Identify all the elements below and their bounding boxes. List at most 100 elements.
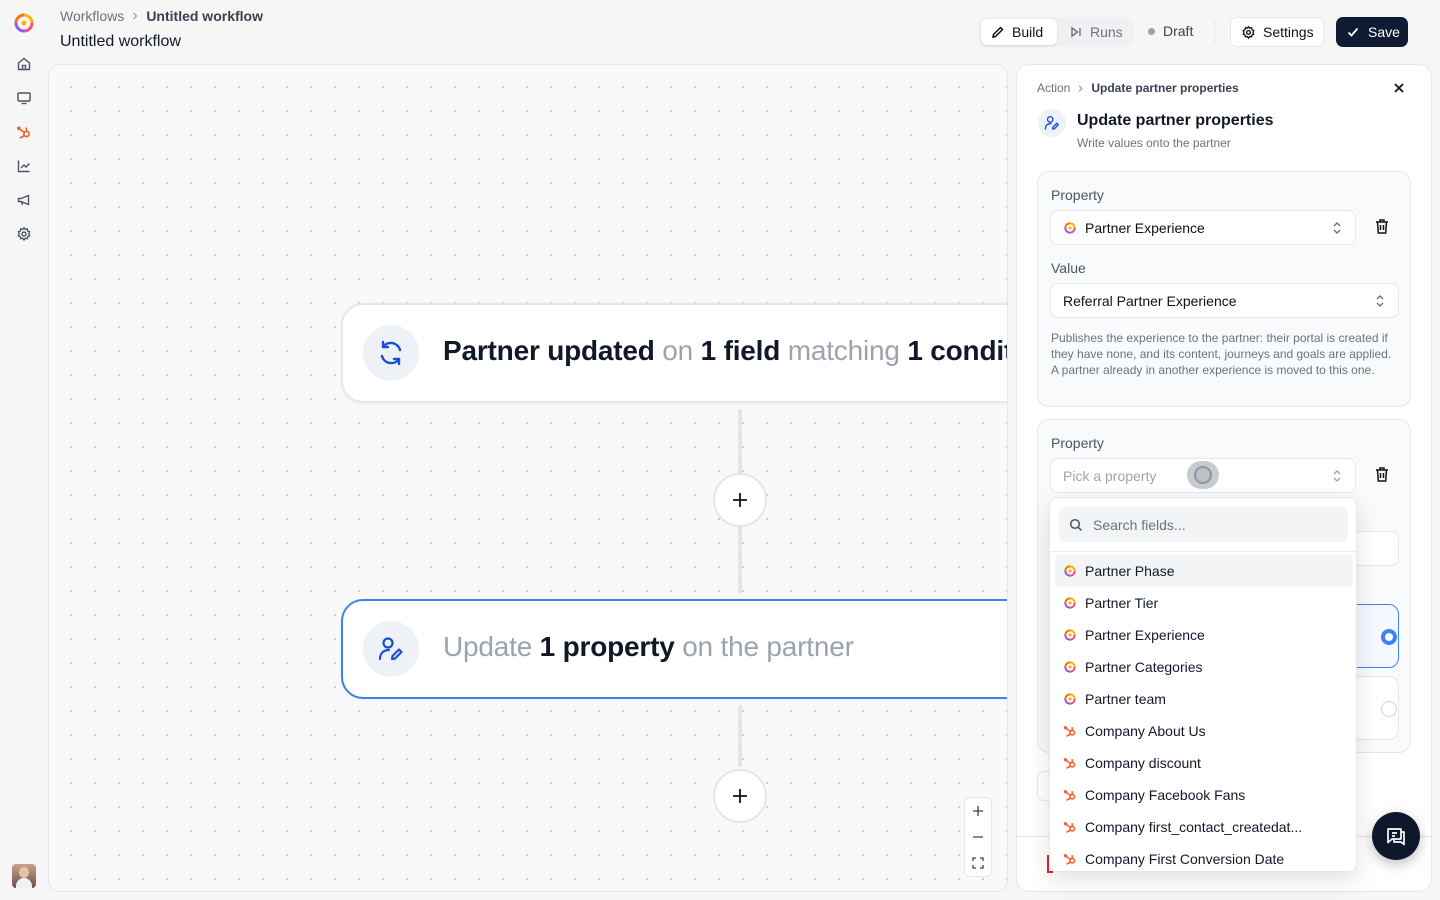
save-button[interactable]: Save (1336, 17, 1408, 47)
panel-breadcrumb-current: Update partner properties (1091, 81, 1239, 95)
action-property-count: 1 property (539, 631, 675, 662)
tab-build[interactable]: Build (981, 19, 1057, 45)
field-option-label: Partner team (1085, 691, 1166, 707)
partner-logo-icon (1063, 660, 1077, 674)
close-icon[interactable] (1392, 81, 1406, 95)
pencil-icon (991, 25, 1005, 39)
chevron-up-down-icon (1331, 469, 1343, 483)
chart-icon[interactable] (16, 158, 32, 174)
megaphone-icon[interactable] (16, 192, 32, 208)
hubspot-icon (1063, 820, 1077, 834)
search-input[interactable] (1093, 516, 1333, 533)
hubspot-icon (1063, 852, 1077, 866)
field-option[interactable]: Partner Categories (1055, 651, 1353, 683)
field-option[interactable]: Company discount (1055, 747, 1353, 779)
search-icon (1069, 518, 1083, 532)
user-edit-icon (363, 621, 419, 677)
tab-runs-label: Runs (1090, 24, 1123, 40)
radio-unselected[interactable] (1381, 701, 1397, 717)
value-label: Value (1051, 260, 1086, 276)
plus-icon (733, 789, 747, 803)
monitor-icon[interactable] (16, 90, 32, 106)
field-option[interactable]: Partner Phase (1055, 555, 1353, 587)
chat-icon (1387, 828, 1405, 846)
save-label: Save (1368, 24, 1400, 40)
panel-breadcrumb-parent[interactable]: Action (1037, 81, 1070, 95)
status-label: Draft (1163, 23, 1194, 39)
hubspot-icon (1063, 756, 1077, 770)
help-text: Publishes the experience to the partner:… (1051, 331, 1392, 377)
tab-build-label: Build (1012, 24, 1044, 40)
field-option-label: Company About Us (1085, 723, 1206, 739)
breadcrumb-workflows-link[interactable]: Workflows (60, 8, 124, 24)
hubspot-icon[interactable] (16, 124, 32, 140)
property-label: Property (1051, 187, 1104, 203)
field-option[interactable]: Partner Experience (1055, 619, 1353, 651)
action-node[interactable]: Update 1 property on the partner (341, 599, 1007, 699)
field-option-label: Company first_contact_createdat... (1085, 819, 1303, 835)
field-option-label: Company First Conversion Date (1085, 851, 1285, 867)
gear-icon[interactable] (16, 226, 32, 242)
panel-subtitle: Write values onto the partner (1077, 136, 1231, 150)
trigger-field-count: 1 field (700, 335, 781, 366)
trash-icon[interactable] (1374, 466, 1390, 483)
field-option[interactable]: Company First Conversion Date (1055, 843, 1353, 871)
trash-icon[interactable] (1374, 218, 1390, 235)
settings-label: Settings (1263, 24, 1314, 40)
action-verb: Update (443, 631, 540, 662)
partner-logo-icon (1063, 628, 1077, 642)
breadcrumb: Workflows Untitled workflow (60, 8, 263, 24)
app-logo-icon[interactable] (12, 11, 36, 35)
trigger-node[interactable]: Partner updated on 1 field matching 1 co… (341, 303, 1007, 403)
field-option-label: Company Facebook Fans (1085, 787, 1246, 803)
hubspot-icon (1063, 724, 1077, 738)
tab-runs[interactable]: Runs (1059, 19, 1133, 45)
property-select-value: Partner Experience (1085, 219, 1205, 236)
check-icon (1346, 25, 1360, 39)
add-step-button[interactable] (713, 473, 767, 527)
fit-view-icon[interactable] (965, 850, 991, 876)
property-select[interactable]: Partner Experience (1050, 210, 1356, 245)
property-select-placeholder: Pick a property (1063, 467, 1157, 484)
action-summary: Update 1 property on the partner (443, 631, 854, 663)
property-dropdown: Partner Phase Partner Tier Partner Experie… (1049, 497, 1357, 872)
zoom-in-icon[interactable] (965, 798, 991, 824)
field-list: Partner Phase Partner Tier Partner Experie… (1055, 555, 1353, 871)
field-option-label: Partner Tier (1085, 595, 1159, 611)
panel-breadcrumb: Action Update partner properties (1037, 81, 1239, 95)
zoom-out-icon[interactable] (965, 824, 991, 850)
cursor-indicator (1187, 461, 1219, 489)
field-option[interactable]: Partner team (1055, 683, 1353, 715)
value-select[interactable]: Referral Partner Experience (1050, 283, 1399, 318)
trigger-connector-text: on (654, 335, 701, 366)
edge-line (738, 409, 742, 473)
field-option[interactable]: Company Facebook Fans (1055, 779, 1353, 811)
left-nav-rail (0, 0, 48, 900)
mode-switch: Build Runs (979, 17, 1133, 47)
add-step-button[interactable] (713, 769, 767, 823)
partner-logo-icon (1063, 564, 1077, 578)
field-option-label: Partner Phase (1085, 563, 1175, 579)
field-option[interactable]: Company About Us (1055, 715, 1353, 747)
user-edit-icon (1038, 109, 1066, 137)
workflow-canvas[interactable]: Partner updated on 1 field matching 1 co… (48, 64, 1008, 892)
panel-title: Update partner properties (1077, 112, 1274, 129)
field-option[interactable]: Partner Tier (1055, 587, 1353, 619)
field-option[interactable]: Company first_contact_createdat... (1055, 811, 1353, 843)
settings-button[interactable]: Settings (1230, 17, 1324, 47)
chat-button[interactable] (1372, 812, 1420, 860)
divider (1214, 20, 1215, 44)
trigger-condition-count: 1 condition (907, 335, 1007, 366)
field-option-label: Partner Experience (1085, 627, 1205, 643)
field-search[interactable] (1059, 507, 1348, 542)
action-target: on the partner (674, 631, 854, 662)
play-step-icon (1069, 25, 1083, 39)
page-title[interactable]: Untitled workflow (60, 33, 181, 51)
home-icon[interactable] (16, 56, 32, 72)
field-option-label: Partner Categories (1085, 659, 1203, 675)
refresh-icon (363, 325, 419, 381)
zoom-controls (964, 797, 992, 877)
partner-logo-icon (1063, 596, 1077, 610)
avatar[interactable] (12, 864, 36, 888)
radio-selected[interactable] (1381, 629, 1397, 645)
